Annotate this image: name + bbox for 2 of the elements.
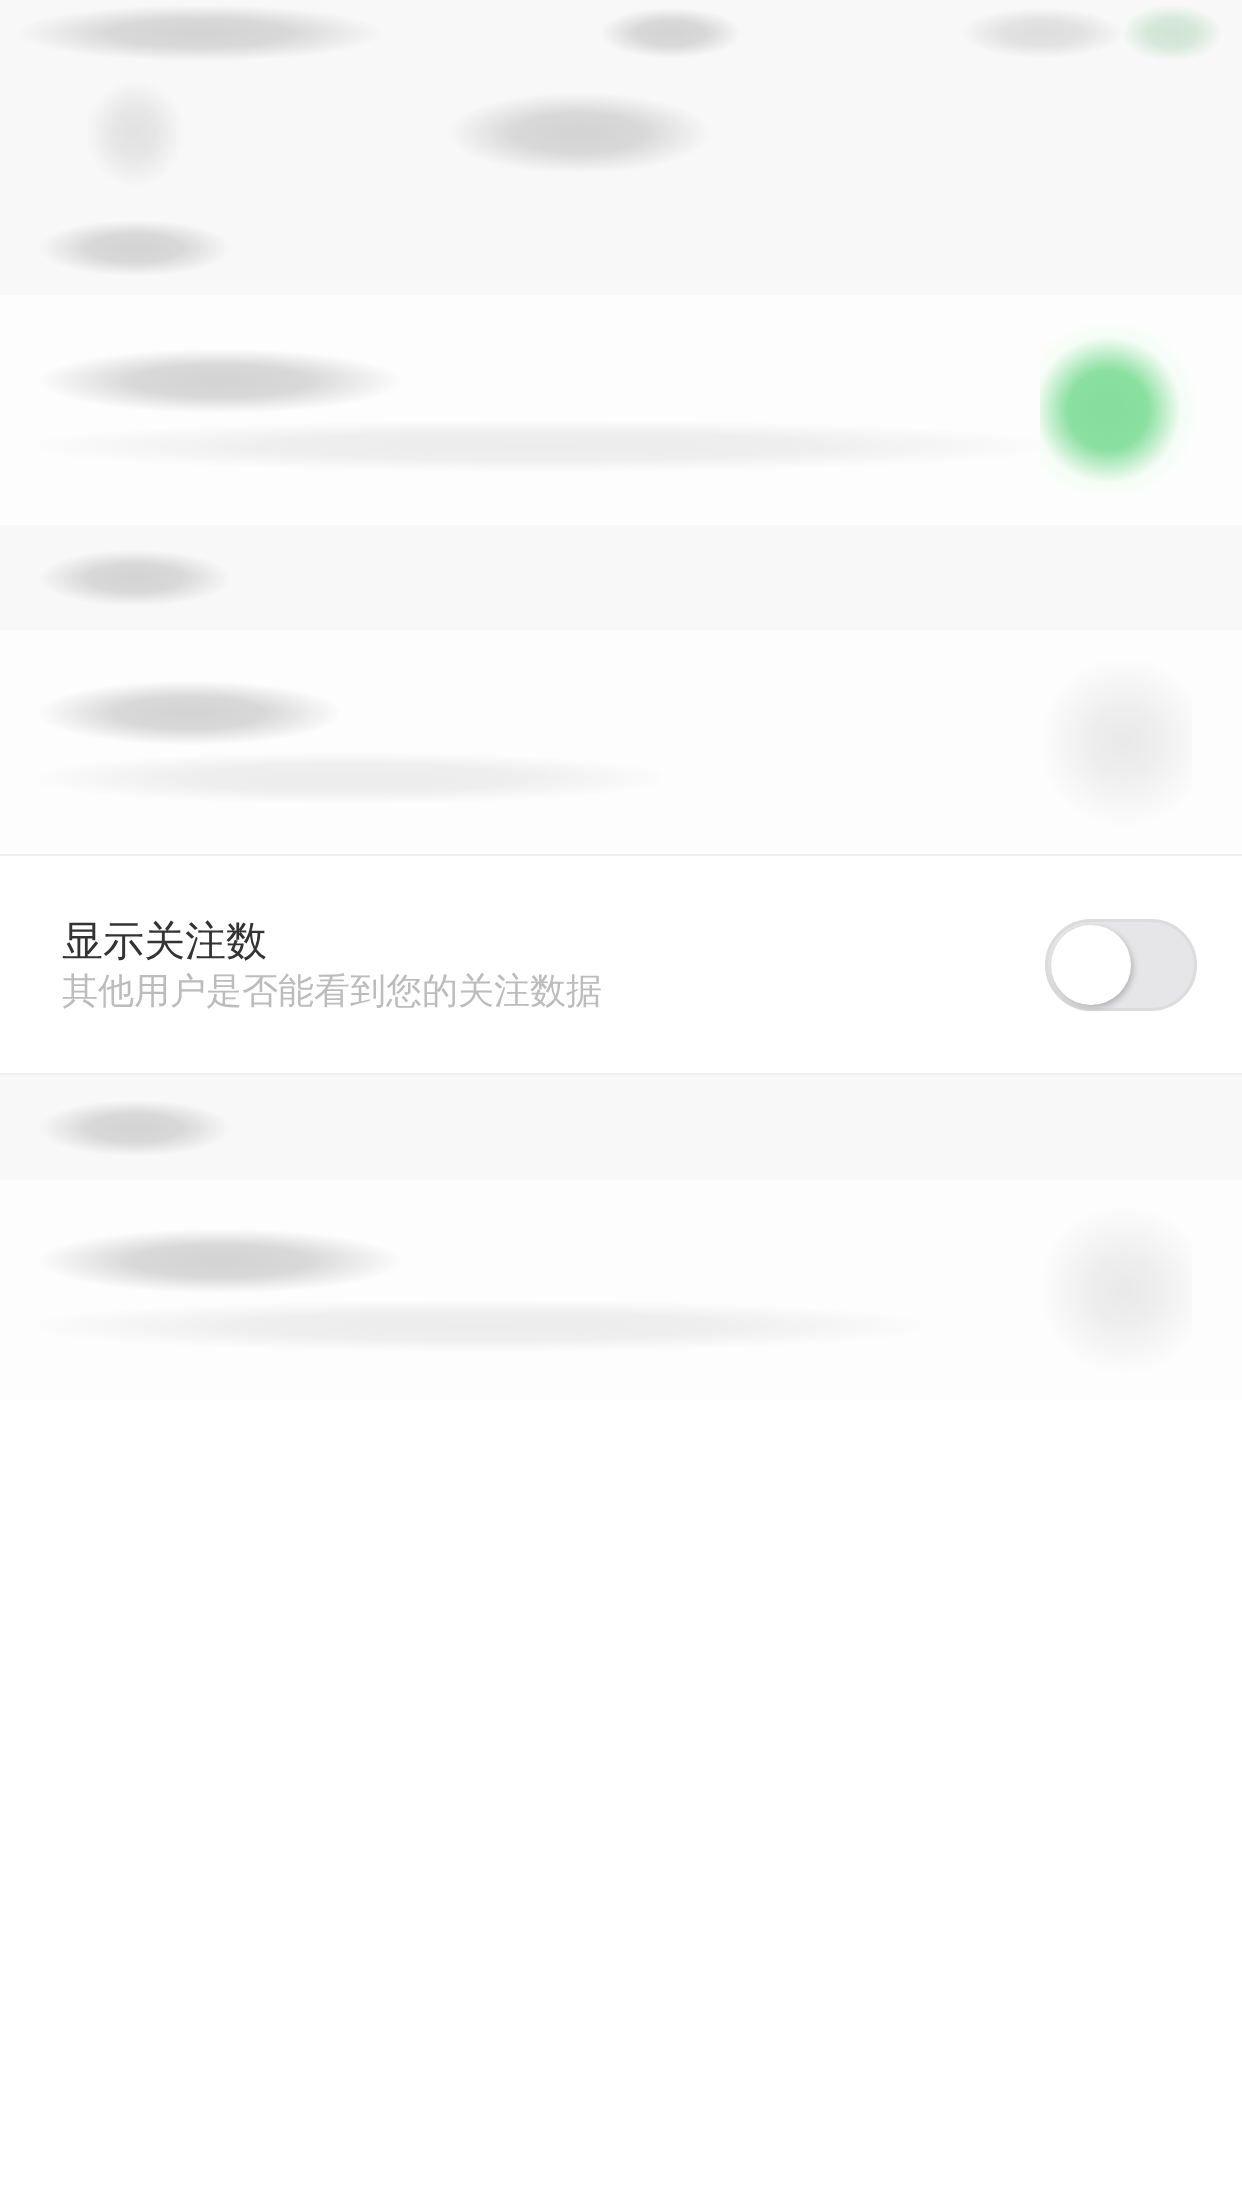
setting-title: 显示关注数	[62, 916, 268, 966]
setting-description: 其他用户是否能看到您的关注数据	[62, 968, 602, 1013]
